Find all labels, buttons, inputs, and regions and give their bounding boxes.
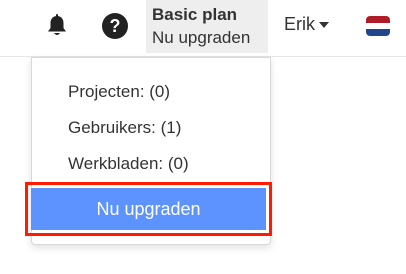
- user-menu[interactable]: Erik: [284, 14, 329, 35]
- upgrade-button[interactable]: Nu upgraden: [31, 188, 266, 230]
- plan-upgrade-link[interactable]: Nu upgraden: [152, 28, 250, 48]
- top-navbar: ? Basic plan Nu upgraden Erik: [0, 0, 406, 57]
- plan-name: Basic plan: [152, 5, 238, 24]
- help-glyph: ?: [109, 16, 121, 36]
- bell-icon[interactable]: [46, 14, 68, 38]
- plan-menu-toggle[interactable]: Basic plan Nu upgraden: [146, 0, 268, 53]
- dropdown-item-users: Gebruikers: (1): [68, 118, 182, 137]
- netherlands-flag-icon[interactable]: [366, 16, 390, 36]
- user-name: Erik: [284, 14, 315, 34]
- dropdown-item-worksheets: Werkbladen: (0): [68, 154, 189, 173]
- caret-down-icon: [319, 22, 329, 29]
- help-icon[interactable]: ?: [102, 13, 128, 39]
- page: ? Basic plan Nu upgraden Erik Projecten:…: [0, 0, 406, 274]
- dropdown-item-projects: Projecten: (0): [68, 82, 171, 101]
